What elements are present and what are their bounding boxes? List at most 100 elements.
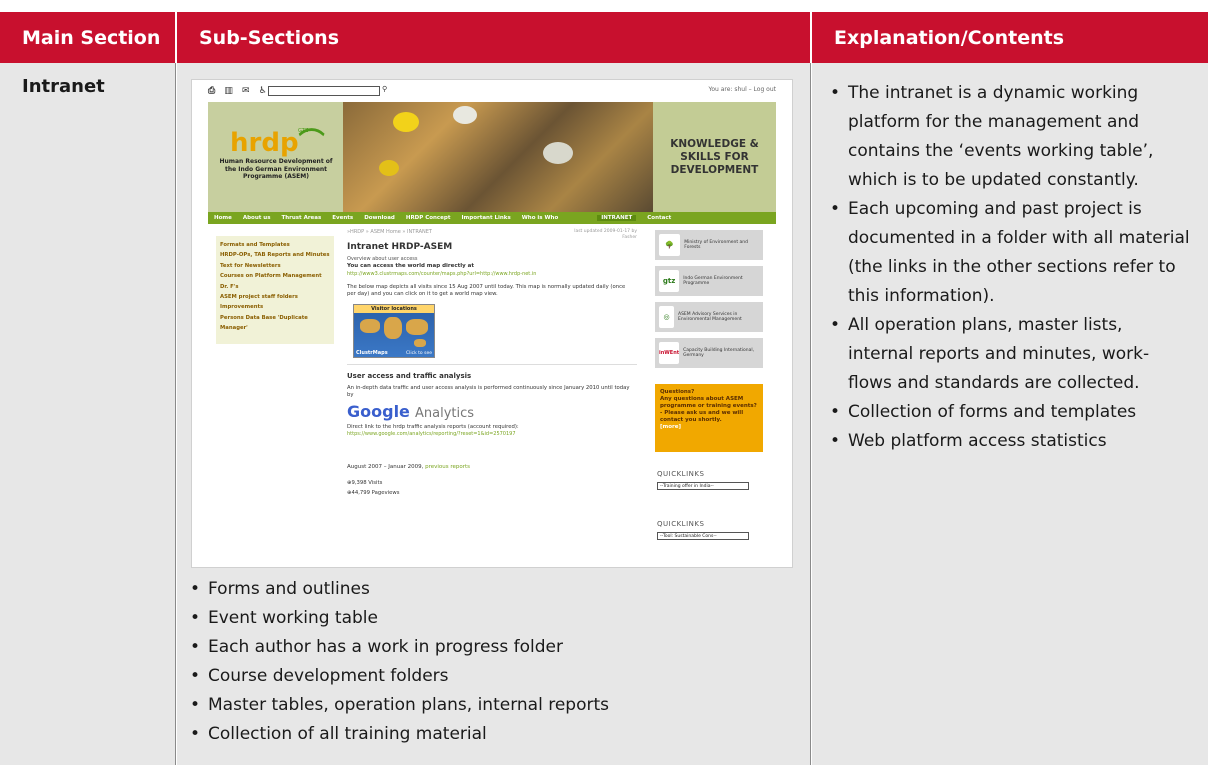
direct-link-text: Direct link to the hrdp traffic analysis… (347, 424, 519, 430)
quicklinks-title: QUICKLINKS (657, 520, 705, 528)
nav-thrust[interactable]: Thrust Areas (281, 215, 321, 221)
nav-events[interactable]: Events (332, 215, 353, 221)
continent-shape (414, 339, 426, 347)
nav-home[interactable]: Home (214, 215, 232, 221)
question-box: Questions? Any questions about ASEM prog… (655, 384, 763, 452)
list-item: Collection of forms and templates (830, 398, 1192, 427)
asem-icon: ◎ (659, 306, 674, 328)
sidebar-item[interactable]: Text for Newsletters (220, 261, 330, 271)
banner-photo (343, 102, 653, 212)
sidebar-item[interactable]: Courses on Platform Management (220, 271, 330, 281)
list-item: Forms and outlines (190, 575, 790, 604)
logo-card[interactable]: inWEnt Capacity Building International, … (655, 338, 763, 368)
helmet-shape (393, 112, 419, 132)
col-main (0, 63, 175, 765)
logo-card-text: ASEM Advisory Services in Environmental … (678, 311, 742, 323)
logo-card-text: Indo German Environment Programme (683, 275, 743, 287)
site-nav: Home About us Thrust Areas Events Downlo… (208, 212, 776, 224)
banner: hrdp⌒ GTZ Human Resource Development of … (208, 102, 776, 212)
quicklinks-select[interactable]: --Tool: Sustainable Cons-- (657, 532, 749, 540)
logo-card[interactable]: 🌳 Ministry of Environment and Forests (655, 230, 763, 260)
header-sub-label: Sub-Sections (199, 26, 340, 49)
main-content: »HRDP » ASEM Home » INTRANET last update… (347, 224, 637, 564)
nav-intranet[interactable]: INTRANET (597, 215, 637, 221)
main-section-intranet: Intranet (22, 76, 105, 97)
list-item: Course development folders (190, 662, 790, 691)
divider (175, 63, 176, 765)
list-item: Each upcoming and past project is docume… (830, 195, 1192, 311)
nav-download[interactable]: Download (364, 215, 395, 221)
access-text: You can access the world map directly at (347, 263, 474, 269)
list-item: The intranet is a dynamic working platfo… (830, 79, 1192, 195)
direct-link[interactable]: https://www.google.com/analytics/reporti… (347, 431, 516, 437)
question-text: Any questions about ASEM programme or tr… (660, 396, 757, 423)
pageviews: ⊕44,799 Pageviews (347, 490, 399, 496)
helmet-shape (453, 106, 477, 124)
ga-google: Google (347, 402, 410, 421)
visitor-map[interactable]: Visitor locations ClustrMaps Click to se… (353, 304, 435, 358)
sidebar-item[interactable]: ASEM project staff folders (220, 292, 330, 302)
quicklinks-title: QUICKLINKS (657, 470, 705, 478)
sidebar-item[interactable]: Formats and Templates (220, 240, 330, 250)
list-item: Web platform access statistics (830, 427, 1192, 456)
header-main-section: Main Section (0, 12, 175, 63)
list-item: Each author has a work in progress folde… (190, 633, 790, 662)
divider (810, 63, 811, 765)
overview-heading: Overview about user access (347, 256, 418, 262)
sidebar: Formats and Templates HRDP-OPs, TAB Repo… (208, 224, 338, 564)
sidebar-item[interactable]: Dr. F's (220, 282, 330, 292)
page-title: Intranet HRDP-ASEM (347, 242, 453, 252)
pageviews-value: 44,799 Pageviews (351, 490, 400, 496)
visits: ⊕9,398 Visits (347, 480, 382, 486)
sub-sections-list: Forms and outlines Event working table E… (190, 575, 790, 749)
header-sub-sections: Sub-Sections (177, 12, 810, 63)
list-item: Collection of all training material (190, 720, 790, 749)
nav-concept[interactable]: HRDP Concept (406, 215, 451, 221)
search-input (268, 86, 380, 96)
logo-sub: GTZ (298, 128, 309, 134)
period: August 2007 – Januar 2009, previous repo… (347, 464, 470, 470)
visits-value: 9,398 Visits (351, 480, 383, 486)
breadcrumb: »HRDP » ASEM Home » INTRANET (347, 229, 432, 235)
list-item: All operation plans, master lists, inter… (830, 311, 1192, 398)
right-sidebar: 🌳 Ministry of Environment and Forests gt… (647, 224, 775, 564)
helmet-shape (379, 160, 399, 176)
nav-about[interactable]: About us (243, 215, 271, 221)
sidebar-item[interactable]: HRDP-OPs, TAB Reports and Minutes (220, 250, 330, 260)
nav-who[interactable]: Who is Who (522, 215, 559, 221)
logo-text: hrdp (230, 128, 299, 158)
map-label: Visitor locations (354, 305, 434, 313)
intranet-screenshot: ⎙ ▥ ✉ ♿ A⁺ A⁻ ⚲ You are: shul – Log out … (192, 80, 792, 567)
login-text: You are: shul – Log out (708, 86, 776, 93)
sidebar-item[interactable]: Persons Data Base 'Duplicate Manager' (220, 313, 330, 334)
nav-contact[interactable]: Contact (647, 215, 671, 221)
header-main-label: Main Section (22, 26, 161, 49)
period-text: August 2007 – Januar 2009, (347, 464, 424, 470)
question-link[interactable]: [more] (660, 424, 758, 431)
logo-caption: Human Resource Development of the Indo G… (219, 158, 333, 180)
moef-icon: 🌳 (659, 234, 681, 256)
header-explanation: Explanation/Contents (812, 12, 1208, 63)
analysis-text: An in-depth data traffic and user access… (347, 385, 630, 398)
explanation-list: The intranet is a dynamic working platfo… (830, 79, 1192, 456)
previous-reports-link[interactable]: previous reports (425, 464, 470, 470)
logo-card[interactable]: ◎ ASEM Advisory Services in Environmenta… (655, 302, 763, 332)
logo-card[interactable]: gtz Indo German Environment Programme (655, 266, 763, 296)
content-table: Main Section Sub-Sections Explanation/Co… (0, 0, 1208, 765)
search-icon: ⚲ (382, 85, 388, 93)
sidebar-item[interactable]: Improvements (220, 302, 330, 312)
header-expl-label: Explanation/Contents (834, 26, 1065, 49)
nav-links[interactable]: Important Links (461, 215, 510, 221)
inwent-icon: inWEnt (659, 342, 680, 364)
quicklinks-select[interactable]: --Training offer in India-- (657, 482, 749, 490)
slogan: KNOWLEDGE & SKILLS FOR DEVELOPMENT (653, 102, 776, 212)
logo-card-text: Capacity Building International, Germany (683, 347, 755, 359)
continent-shape (406, 319, 428, 335)
analysis-title: User access and traffic analysis (347, 372, 472, 380)
map-click: Click to see (406, 351, 432, 356)
question-title: Questions? (660, 389, 695, 395)
map-text: The below map depicts all visits since 1… (347, 284, 626, 297)
helmet-shape (543, 142, 573, 164)
last-updated: last updated 2009-01-17 by Fasher (574, 229, 637, 240)
access-link[interactable]: http://www3.clustrmaps.com/counter/maps.… (347, 271, 536, 277)
